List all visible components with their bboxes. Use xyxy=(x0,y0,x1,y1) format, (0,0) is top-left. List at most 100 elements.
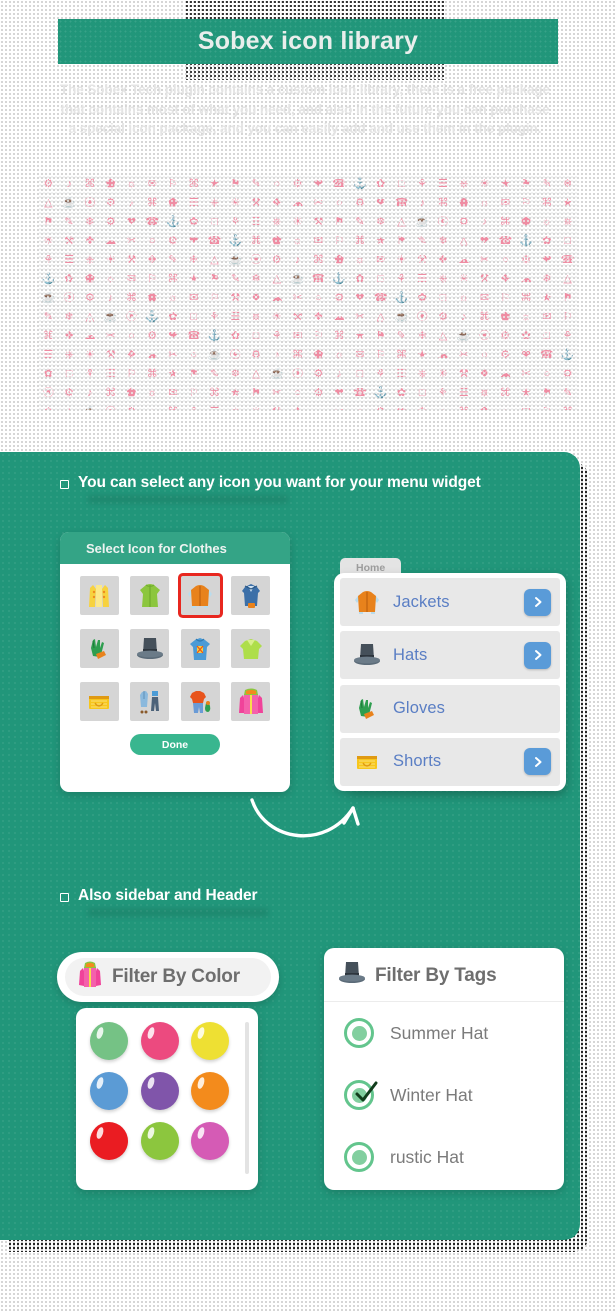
map-decorative-icon: ✎ xyxy=(355,216,365,228)
map-decorative-icon: ☼ xyxy=(521,311,532,323)
map-decorative-icon: ☀ xyxy=(271,311,282,323)
map-decorative-icon: ⌘ xyxy=(209,387,221,399)
map-decorative-icon: ★ xyxy=(354,330,365,342)
map-decorative-icon: ⚙ xyxy=(121,403,142,410)
map-decorative-icon: ⚒ xyxy=(313,216,324,228)
map-decorative-icon: ★ xyxy=(417,349,428,361)
map-decorative-icon: ⚐ xyxy=(536,403,557,410)
map-decorative-icon: □ xyxy=(356,368,364,380)
map-decorative-icon: ✿ xyxy=(396,387,407,399)
map-decorative-icon: ○ xyxy=(148,235,156,247)
map-decorative-icon: ⌘ xyxy=(125,292,137,304)
map-decorative-icon: ♪ xyxy=(142,403,163,410)
map-decorative-icon: ⚙ xyxy=(84,292,95,304)
map-decorative-icon: ⌘ xyxy=(354,235,366,247)
map-decorative-icon: ⚒ xyxy=(251,197,261,209)
map-decorative-icon: ⦿ xyxy=(437,216,449,228)
map-decorative-icon: ♪ xyxy=(66,178,72,190)
map-decorative-icon: ⦿ xyxy=(250,254,262,266)
map-decorative-icon: ⚐ xyxy=(209,292,220,304)
map-decorative-icon: ✉ xyxy=(292,330,303,342)
map-decorative-icon: ❖ xyxy=(287,403,308,410)
map-decorative-icon: ☕ xyxy=(394,311,409,323)
map-decorative-icon: ✿ xyxy=(417,292,427,304)
map-decorative-icon: □ xyxy=(190,311,198,323)
map-decorative-icon: □ xyxy=(377,273,384,285)
map-decorative-icon: ☀ xyxy=(230,197,241,209)
map-decorative-icon: ⚐ xyxy=(375,349,386,361)
map-decorative-icon: ✿ xyxy=(230,330,240,342)
map-decorative-icon: ✎ xyxy=(417,235,427,247)
map-decorative-icon: ❤ xyxy=(126,216,137,228)
map-decorative-icon: ✎ xyxy=(396,330,407,342)
map-decorative-icon: ○ xyxy=(501,254,509,266)
map-decorative-icon: ⚘ xyxy=(43,254,54,266)
map-decorative-icon: ⌘ xyxy=(541,197,553,209)
world-map-icon-art: ⚙ ♪ ⌘ ⬟ ☼ ✉ ⚐ ⌘ ★ ⚑ ✎ ○ ⚙ ❤ ☎ ⚓ ✿ □ ⚘ ☰ ⎈ ☀ ★ ⚑ ✎ ❄ △ ☕ ⦿ ⚙ ♪ ⌘ ⬟ ☰ ⎈ ☀ ⚒ ❖ ☁ ✂… xyxy=(38,175,578,410)
map-decorative-icon: ☰ xyxy=(396,368,407,380)
map-decorative-icon: ⚒ xyxy=(417,254,428,266)
map-decorative-icon: ☎ xyxy=(353,387,367,399)
map-decorative-icon: ✂ xyxy=(126,235,137,247)
map-decorative-icon: ☰ xyxy=(64,254,75,266)
map-decorative-icon: □ xyxy=(252,330,260,342)
map-decorative-icon: ♪ xyxy=(128,197,135,209)
map-decorative-icon: ☎ xyxy=(394,197,409,209)
map-decorative-icon: ⚙ xyxy=(562,368,573,380)
map-decorative-icon: ⚙ xyxy=(271,254,282,266)
map-decorative-icon: ☕ xyxy=(207,349,222,361)
map-decorative-icon: □ xyxy=(439,292,447,304)
map-decorative-icon: ☼ xyxy=(458,292,469,304)
map-decorative-icon: ⚙ xyxy=(458,216,469,228)
map-decorative-icon: ⚑ xyxy=(334,216,345,228)
map-decorative-icon: ✎ xyxy=(562,387,573,399)
map-decorative-icon: ❖ xyxy=(479,368,490,380)
map-decorative-icon: ✉ xyxy=(168,387,178,399)
map-decorative-icon: ⬟ xyxy=(458,197,469,209)
page-title: Sobex icon library xyxy=(197,27,419,55)
map-decorative-icon: ❖ xyxy=(271,197,282,209)
map-decorative-icon: ☰ xyxy=(43,349,54,361)
map-decorative-icon: ❄ xyxy=(417,330,427,342)
map-decorative-icon: ★ xyxy=(209,178,220,190)
map-decorative-icon: ☰ xyxy=(204,403,225,410)
map-decorative-icon: ⚙ xyxy=(370,403,391,410)
map-decorative-icon: ⚒ xyxy=(105,349,116,361)
map-decorative-icon: ⌘ xyxy=(167,273,179,285)
map-decorative-icon: ⚑ xyxy=(562,292,573,304)
map-decorative-icon: ⚙ xyxy=(500,349,511,361)
map-decorative-icon: ♪ xyxy=(336,368,342,380)
map-decorative-icon: ⚙ xyxy=(438,311,448,323)
map-decorative-icon: ⚘ xyxy=(438,387,448,399)
map-decorative-icon: ♪ xyxy=(433,403,454,410)
map-decorative-icon: ♪ xyxy=(419,197,425,209)
map-decorative-icon: ✉ xyxy=(479,292,490,304)
map-decorative-icon: ⚙ xyxy=(521,254,531,266)
map-decorative-icon: ⚙ xyxy=(313,387,324,399)
map-decorative-icon: ❖ xyxy=(251,292,261,304)
map-decorative-icon: ❄ xyxy=(562,178,573,190)
green-panel: You can select any icon you want for you… xyxy=(0,452,580,1240)
map-decorative-icon: ⚑ xyxy=(209,273,220,285)
map-decorative-icon: ❄ xyxy=(38,403,59,410)
section-heading-select-icon: You can select any icon you want for you… xyxy=(60,474,481,492)
map-decorative-icon: ♪ xyxy=(274,349,280,361)
map-decorative-icon: ✎ xyxy=(542,178,552,190)
map-decorative-icon: ⚙ xyxy=(334,292,345,304)
map-decorative-icon: ⚙ xyxy=(43,178,54,190)
map-decorative-icon: ⚓ xyxy=(166,216,180,228)
map-decorative-icon: □ xyxy=(543,330,551,342)
map-decorative-icon: ⚓ xyxy=(353,178,367,190)
map-decorative-icon: ❄ xyxy=(542,273,552,285)
map-decorative-icon: ☼ xyxy=(167,292,179,304)
map-decorative-icon: ☎ xyxy=(498,235,513,247)
section-underline-shadow xyxy=(88,909,268,916)
map-decorative-icon: ⚑ xyxy=(230,178,241,190)
map-decorative-icon: ⦿ xyxy=(479,330,491,342)
map-decorative-icon: △ xyxy=(272,273,282,285)
map-decorative-icon: ❤ xyxy=(313,178,323,190)
map-decorative-icon: ⦿ xyxy=(229,349,241,361)
map-decorative-icon: ✿ xyxy=(542,235,552,247)
map-decorative-icon: ⚓ xyxy=(373,387,388,399)
map-decorative-icon: ⌘ xyxy=(499,216,511,228)
